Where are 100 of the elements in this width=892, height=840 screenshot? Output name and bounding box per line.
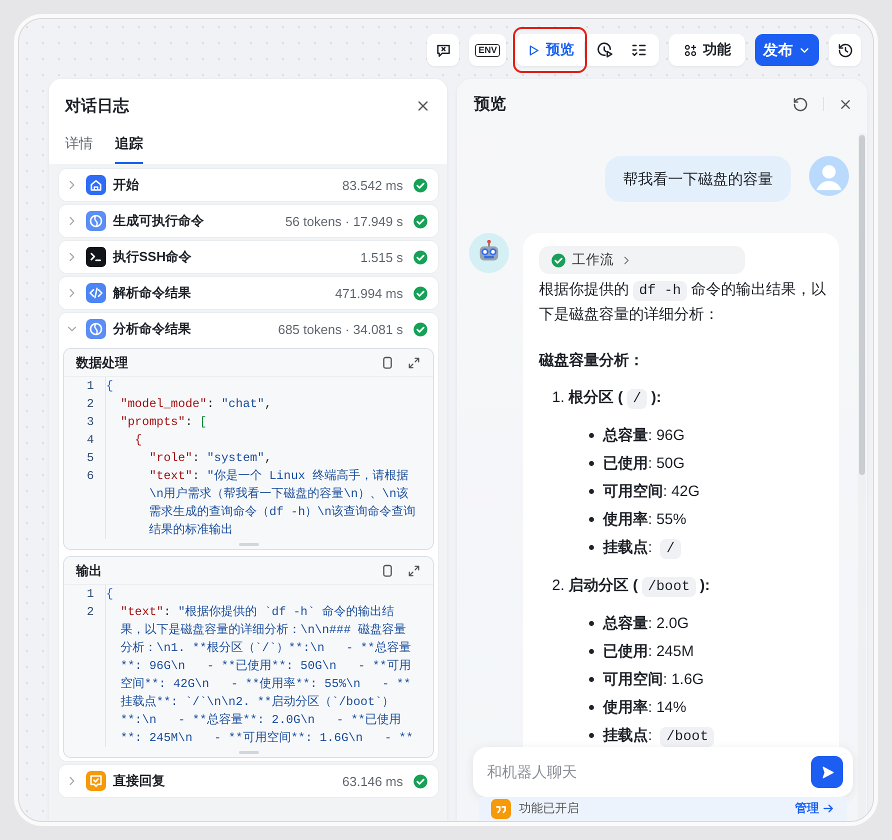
bullet-text: 挂载点: /boot bbox=[603, 726, 718, 744]
env-button[interactable]: ENV bbox=[469, 34, 506, 66]
apps-icon bbox=[683, 42, 698, 58]
line-number: 1 bbox=[86, 378, 95, 395]
clock-play-icon bbox=[596, 41, 614, 59]
bullet-text: 已使用: 50G bbox=[603, 454, 685, 472]
code-line: **: 245M\n - **可用空间**: 1.6G\n - ** bbox=[105, 729, 414, 747]
manage-link[interactable]: 管理 bbox=[795, 799, 835, 817]
code-panel-title: 数据处理 bbox=[76, 354, 129, 372]
code-line: **:\n - **总容量**: 2.0G\n - **已使用 bbox=[105, 711, 402, 729]
history-button[interactable] bbox=[829, 34, 861, 66]
code-panel-title: 输出 bbox=[76, 562, 103, 580]
bullet-icon bbox=[589, 516, 594, 522]
code-line: \n用户需求（帮我看一下磁盘的容量\n）、\n该 bbox=[105, 485, 408, 503]
bullet-icon bbox=[589, 432, 594, 438]
line-number: 1 bbox=[86, 586, 95, 603]
model-icon bbox=[86, 211, 106, 231]
workflow-chip[interactable]: 工作流 bbox=[539, 246, 745, 274]
bullet-icon bbox=[589, 676, 594, 682]
code-line: { bbox=[105, 377, 114, 395]
bullet-icon bbox=[589, 488, 594, 494]
bullet-text: 挂载点: / bbox=[603, 538, 685, 556]
scrollbar[interactable] bbox=[858, 133, 866, 821]
code-line: **: 96G\n - **已使用**: 50G\n - **可用 bbox=[105, 657, 411, 675]
code-line: "text": "根据你提供的 `df -h` 命令的输出结 bbox=[105, 603, 394, 621]
user-message: 帮我看一下磁盘的容量 bbox=[605, 156, 791, 202]
bullet-icon bbox=[589, 732, 594, 738]
resize-handle[interactable] bbox=[238, 750, 258, 754]
tab[interactable]: 追踪 bbox=[115, 129, 143, 164]
step-name: 直接回复 bbox=[113, 772, 166, 790]
bullet-icon bbox=[589, 704, 594, 710]
code-line: 空间**: 42G\n - **使用率**: 55%\n - ** bbox=[105, 675, 411, 693]
copy-icon[interactable] bbox=[380, 355, 395, 370]
tab[interactable]: 详情 bbox=[65, 129, 93, 164]
bullet-icon bbox=[589, 648, 594, 654]
bullet-text: 使用率: 55% bbox=[603, 510, 686, 528]
expand-icon[interactable] bbox=[407, 564, 421, 578]
arrow-right-icon bbox=[822, 802, 835, 814]
avatar-icon bbox=[809, 156, 849, 196]
step-card[interactable]: 生成可执行命令 56 tokens · 17.949 s bbox=[59, 205, 438, 237]
code-line: 果，以下是磁盘容量的详细分析：\n\n### 磁盘容量 bbox=[105, 621, 406, 639]
bullet-icon bbox=[589, 460, 594, 466]
code-icon bbox=[86, 283, 106, 303]
bullet-text: 总容量: 96G bbox=[603, 426, 685, 444]
code-line: 挂载点**: `/`\n\n2. **启动分区（`/boot`） bbox=[105, 693, 394, 711]
bullet-icon bbox=[589, 620, 594, 626]
code-line: 分析：\n1. **根分区（`/`）**:\n - **总容量 bbox=[105, 639, 411, 657]
bullet-icon bbox=[589, 544, 594, 550]
panel-title: 预览 bbox=[474, 94, 507, 114]
model-icon bbox=[86, 319, 106, 339]
banner-text: 功能已开启 bbox=[519, 800, 580, 817]
panel-title: 对话日志 bbox=[65, 96, 129, 116]
bullet-text: 已使用: 245M bbox=[603, 642, 694, 660]
step-card[interactable]: 直接回复 63.146 ms bbox=[59, 765, 438, 797]
step-name: 解析命令结果 bbox=[113, 284, 192, 302]
step-card[interactable]: 解析命令结果 471.994 ms bbox=[59, 277, 438, 309]
code-line: { bbox=[105, 585, 114, 603]
chat-input[interactable]: 和机器人聊天 bbox=[473, 747, 853, 797]
copy-icon[interactable] bbox=[380, 563, 395, 578]
line-number: 3 bbox=[86, 414, 95, 431]
clear-chat-button[interactable] bbox=[427, 34, 460, 66]
publish-button[interactable]: 发布 bbox=[755, 34, 819, 66]
bullet-text: 可用空间: 42G bbox=[603, 482, 700, 500]
message-text: 根据你提供的 df -h 命令的输出结果，以下是磁盘容量的详细分析： bbox=[539, 280, 828, 325]
bullet-text: 使用率: 14% bbox=[603, 698, 686, 716]
code-line: { bbox=[105, 431, 142, 449]
step-name: 执行SSH命令 bbox=[113, 248, 193, 266]
history-icon bbox=[836, 42, 854, 58]
reply-icon bbox=[86, 771, 106, 791]
resize-handle[interactable] bbox=[238, 542, 258, 546]
preview-button[interactable]: 预览 bbox=[520, 34, 580, 66]
code-line: "prompts": [ bbox=[105, 413, 207, 431]
step-card[interactable]: 执行SSH命令 1.515 s bbox=[59, 241, 438, 273]
step-name: 分析命令结果 bbox=[113, 320, 192, 338]
line-number: 2 bbox=[86, 396, 95, 413]
step-duration: 63.146 ms bbox=[342, 774, 403, 788]
code-line: "model_mode": "chat", bbox=[105, 395, 272, 413]
step-duration: 1.515 s bbox=[360, 250, 403, 264]
step-duration: 685 tokens · 34.081 s bbox=[278, 322, 403, 336]
step-card[interactable]: 开始 83.542 ms bbox=[59, 169, 438, 201]
code-line: 结果的标准输出 bbox=[105, 521, 234, 539]
send-button[interactable] bbox=[811, 756, 843, 788]
code-line: 需求生成的查询命令（df -h）\n该查询命令查询 bbox=[105, 503, 416, 521]
step-duration: 471.994 ms bbox=[335, 286, 403, 300]
robot-avatar-icon bbox=[469, 233, 509, 273]
refresh-icon[interactable] bbox=[792, 96, 809, 112]
list-item-title: 1. 根分区 ( / ): bbox=[552, 388, 662, 411]
line-number: 2 bbox=[86, 604, 95, 621]
section-heading: 磁盘容量分析： bbox=[539, 351, 645, 371]
bullet-text: 可用空间: 1.6G bbox=[603, 670, 704, 688]
code-line: "text": "你是一个 Linux 终端高手，请根据 bbox=[105, 467, 408, 485]
line-number: 6 bbox=[86, 468, 95, 485]
step-duration: 83.542 ms bbox=[342, 178, 403, 192]
line-number: 4 bbox=[86, 432, 95, 449]
step-card[interactable] bbox=[59, 313, 438, 761]
line-number: 5 bbox=[86, 450, 95, 467]
step-duration: 56 tokens · 17.949 s bbox=[285, 214, 403, 228]
home-icon bbox=[86, 175, 106, 195]
features-button[interactable]: 功能 bbox=[669, 34, 745, 66]
expand-icon[interactable] bbox=[407, 356, 421, 370]
